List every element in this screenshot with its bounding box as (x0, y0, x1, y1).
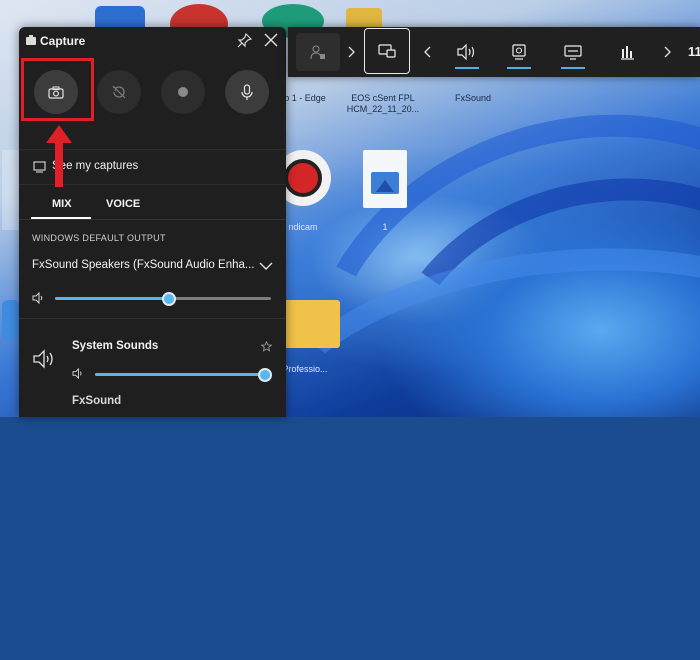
system-sounds-volume-thumb[interactable] (258, 368, 272, 382)
pin-icon[interactable] (237, 32, 253, 48)
close-icon[interactable] (263, 32, 279, 48)
mic-toggle-button[interactable] (225, 70, 269, 114)
master-volume-thumb[interactable] (162, 292, 176, 306)
system-sounds-label: System Sounds (72, 340, 159, 352)
record-last-30s-button[interactable] (97, 70, 141, 114)
audio-icon (457, 44, 475, 60)
desktop-shortcut-fxsound[interactable]: FxSound (430, 89, 516, 104)
stats-widget-button[interactable] (608, 27, 646, 77)
performance-widget-button[interactable] (500, 27, 538, 77)
resources-widget-button[interactable] (554, 27, 592, 77)
section-divider (19, 318, 286, 319)
desktop-icon-label: EOS cSent FPL HCM_22_11_20... (346, 93, 420, 114)
game-bar: 11 (288, 27, 700, 77)
mic-icon (241, 83, 253, 100)
desktop-icon-label: 1 (382, 222, 388, 232)
system-sounds-volume-slider[interactable] (95, 368, 272, 382)
speaker-icon[interactable] (32, 292, 46, 304)
capture-widget: Capture See my captures MIX VOICE WINDOW… (19, 27, 286, 417)
master-volume-slider[interactable] (55, 292, 271, 306)
tab-mix-underline (31, 217, 91, 219)
gamebar-scroll-left-button[interactable] (418, 27, 436, 77)
master-volume-fill (55, 297, 169, 300)
desktop-icon-label: FxSound (454, 93, 492, 103)
gallery-icon (33, 161, 46, 173)
gamebar-scroll-right-button[interactable] (342, 27, 360, 77)
tab-mix[interactable]: MIX (52, 198, 72, 210)
desktop-partial-icon[interactable] (2, 300, 20, 340)
desktop-image-file[interactable]: 1 (342, 150, 428, 233)
start-recording-button[interactable] (161, 70, 205, 114)
performance-icon (512, 44, 526, 60)
capture-widget-icon (26, 35, 36, 45)
audio-tabs: MIX VOICE (19, 195, 286, 220)
chevron-right-icon (348, 46, 355, 58)
default-output-label: WINDOWS DEFAULT OUTPUT (32, 233, 166, 243)
gamebar-clock: 11 (688, 44, 700, 59)
widget-capture-icon (378, 44, 396, 58)
chevron-down-icon (259, 262, 273, 270)
xbox-social-icon (310, 45, 325, 60)
output-device-name: FxSound Speakers (FxSound Audio Enha... (32, 259, 255, 271)
red-arrow-annotation (46, 125, 72, 187)
star-icon[interactable] (261, 341, 272, 352)
active-widget-indicator (507, 67, 531, 69)
output-device-dropdown[interactable]: FxSound Speakers (FxSound Audio Enha... (32, 258, 274, 276)
desktop-shortcut-eos[interactable]: EOS cSent FPL HCM_22_11_20... (340, 89, 426, 115)
capture-title: Capture (40, 34, 86, 48)
capture-widget-toggle[interactable] (364, 28, 410, 74)
xbox-social-button[interactable] (296, 33, 340, 71)
screenshot-highlight-box (21, 58, 94, 121)
image-file-icon (363, 150, 407, 208)
desktop-partial-icon[interactable] (2, 150, 20, 230)
chevron-left-icon (423, 46, 430, 58)
speaker-icon[interactable] (72, 368, 85, 379)
system-sounds-volume-fill (95, 373, 265, 376)
stats-icon (621, 46, 634, 60)
audio-widget-button[interactable] (448, 27, 486, 77)
capture-header: Capture (19, 27, 286, 54)
record-icon (178, 87, 188, 97)
chevron-right-icon (664, 46, 671, 58)
active-widget-indicator (561, 67, 585, 69)
gamebar-scroll-right-button[interactable] (658, 27, 676, 77)
wallpaper-swoosh (236, 222, 700, 622)
speaker-icon (33, 349, 53, 369)
resources-icon (564, 45, 582, 60)
tab-voice[interactable]: VOICE (106, 198, 140, 210)
record-last-icon (112, 85, 126, 99)
active-widget-indicator (455, 67, 479, 69)
fxsound-app-label: FxSound (72, 395, 122, 407)
